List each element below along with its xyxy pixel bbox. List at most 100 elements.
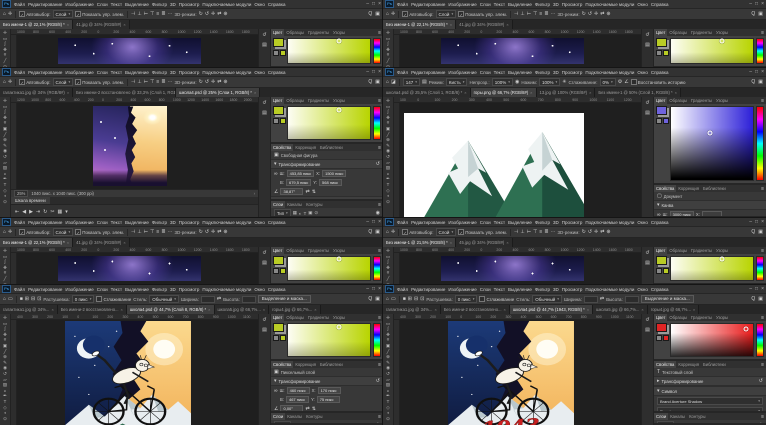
menu-item-8[interactable]: Просмотр	[179, 2, 200, 7]
transition-icon[interactable]: ▦	[58, 209, 63, 215]
color-field[interactable]	[287, 323, 371, 357]
vertical-ruler[interactable]	[11, 103, 17, 189]
flip-vertical-icon[interactable]: ⇅	[312, 406, 316, 412]
color-panel-tab-2[interactable]: Градиенты	[689, 29, 714, 36]
hue-slider[interactable]	[373, 106, 381, 140]
home-icon[interactable]: ⌂	[3, 229, 6, 235]
width-field[interactable]	[584, 296, 598, 303]
link-dimensions-icon[interactable]: ∞	[274, 171, 278, 177]
layer-filter-type-dropdown[interactable]: Тип	[274, 421, 291, 425]
properties-tab-0[interactable]: Свойства	[271, 144, 293, 151]
brush-settings-panel-icon[interactable]: ▤	[422, 79, 427, 85]
document-tab-3[interactable]: Без имени-1 @ 50% (Слой 1, RGB/8) *	[595, 88, 681, 97]
menu-item-10[interactable]: Окно	[254, 2, 264, 7]
menu-item-4[interactable]: Текст	[494, 2, 505, 7]
canvas-area[interactable]	[11, 320, 258, 425]
align-top-icon[interactable]: ⊤	[150, 11, 154, 17]
home-icon[interactable]: ⌂	[3, 79, 6, 85]
canvas-section[interactable]: ▾Канва	[654, 200, 766, 210]
web-color-swatch-icon[interactable]	[663, 268, 669, 274]
foreground-color-swatch[interactable]	[656, 38, 667, 47]
document-tab-0[interactable]: Без имени-1 @ 21,5% (RGB/8) *	[383, 238, 456, 247]
color-panel-tab-3[interactable]: Узоры	[331, 247, 347, 254]
menu-item-3[interactable]: Слои	[97, 2, 108, 7]
vertical-ruler[interactable]	[394, 35, 400, 68]
y-value[interactable]: 75 пикс	[317, 396, 340, 403]
workspace-switcher-icon[interactable]: ▣	[375, 296, 380, 302]
split-clip-icon[interactable]: ✂	[50, 209, 54, 215]
hue-slider[interactable]	[373, 38, 381, 64]
more-align-options-icon[interactable]: ⋯	[551, 11, 556, 17]
add-selection-icon[interactable]: ⊞	[408, 296, 412, 302]
minimize-button[interactable]: –	[749, 219, 752, 225]
collapsed-comments-panel-icon[interactable]: ▤	[262, 42, 267, 48]
color-panel-tab-1[interactable]: Образцы	[284, 314, 306, 321]
menu-item-8[interactable]: Просмотр	[179, 220, 200, 225]
angle-icon[interactable]: ∠	[274, 406, 278, 412]
canvas-area[interactable]	[11, 253, 258, 285]
menu-item-6[interactable]: Фильтр	[535, 70, 550, 75]
align-left-icon[interactable]: ⊣	[514, 11, 518, 17]
close-button[interactable]: ×	[378, 286, 381, 292]
document-tab-0[interactable]: Без имени-1 @ 22,1% (RGB/8) *	[383, 20, 456, 29]
web-color-swatch-icon[interactable]	[663, 50, 669, 56]
select-and-mask-button[interactable]: Выделение и маска...	[258, 295, 311, 303]
angle-value[interactable]: 38,87°	[280, 188, 303, 195]
color-panel-tab-2[interactable]: Градиенты	[306, 97, 331, 104]
color-panel-tab-1[interactable]: Образцы	[284, 247, 306, 254]
antialias-checkbox[interactable]: Сглаживание	[96, 296, 131, 302]
properties-tab-0[interactable]: Свойства	[654, 185, 676, 192]
color-panel-tab-3[interactable]: Узоры	[714, 314, 730, 321]
distribute-v-icon[interactable]: ≡	[156, 229, 159, 235]
layers-tab-1[interactable]: Каналы	[668, 413, 687, 420]
autoselect-target-dropdown[interactable]: Слой	[436, 10, 457, 18]
align-right-icon[interactable]: ⊢	[527, 229, 531, 235]
menu-item-9[interactable]: Подключаемые модули	[202, 220, 251, 225]
autoselect-checkbox[interactable]: Автовыбор:	[402, 11, 433, 17]
vertical-ruler[interactable]	[11, 253, 17, 285]
home-icon[interactable]: ⌂	[386, 229, 389, 235]
maximize-button[interactable]: □	[755, 69, 758, 75]
flip-horizontal-icon[interactable]: ⇄	[305, 406, 309, 412]
autoselect-checkbox[interactable]: Автовыбор:	[402, 229, 433, 235]
distribute-h-icon[interactable]: ≣	[161, 79, 165, 85]
distribute-v-icon[interactable]: ≡	[156, 79, 159, 85]
minimize-button[interactable]: –	[749, 69, 752, 75]
color-panel-tab-3[interactable]: Узоры	[714, 97, 730, 104]
3d-scale-icon[interactable]: ⊕	[223, 229, 227, 235]
document-tab-0[interactable]: Без имени-1 @ 22,1% (RGB/8) *	[0, 238, 73, 247]
align-right-icon[interactable]: ⊢	[527, 11, 531, 17]
menu-item-7[interactable]: 3D	[553, 70, 559, 75]
flow-dropdown[interactable]: 100%	[539, 78, 560, 86]
document-tab-1[interactable]: Без имени-2 восстановлено @ 33,3% (Слой …	[73, 88, 176, 97]
3d-drag-icon[interactable]: ✛	[594, 229, 598, 235]
color-picker-circle[interactable]	[719, 257, 724, 262]
photoshop-app-icon[interactable]: Ps	[2, 218, 11, 226]
menu-item-11[interactable]: Справка	[268, 220, 286, 225]
document-tab-4[interactable]: горы4.jpg @ 66,7%...	[648, 305, 699, 314]
3d-roll-icon[interactable]: ↺	[205, 79, 209, 85]
properties-tab-0[interactable]: Свойства	[654, 361, 676, 368]
color-panel-tab-1[interactable]: Образцы	[667, 247, 689, 254]
3d-slide-icon[interactable]: ⇄	[217, 79, 221, 85]
menu-item-3[interactable]: Слои	[480, 287, 491, 292]
collapsed-comments-panel-icon[interactable]: ▤	[262, 327, 267, 333]
color-panel-tab-3[interactable]: Узоры	[714, 29, 730, 36]
x-value[interactable]: 1500 пикс	[322, 170, 346, 177]
color-panel-tab-2[interactable]: Градиенты	[689, 247, 714, 254]
document-icon[interactable]: ▢	[657, 193, 662, 199]
menu-item-0[interactable]: Файл	[14, 287, 25, 292]
foreground-color-swatch[interactable]	[656, 256, 667, 265]
menu-item-11[interactable]: Справка	[268, 70, 286, 75]
font-family-select[interactable]: Brand Averture Shadow	[657, 397, 763, 405]
menu-item-1[interactable]: Редактирование	[28, 220, 62, 225]
minimize-button[interactable]: –	[749, 1, 752, 7]
menu-item-4[interactable]: Текст	[111, 2, 122, 7]
color-panel-tab-0[interactable]: Цвет	[271, 314, 284, 321]
collapsed-history-panel-icon[interactable]: ↺	[262, 32, 266, 38]
feather-value[interactable]: 0 пикс	[72, 295, 95, 303]
collapsed-comments-panel-icon[interactable]: ▤	[262, 110, 267, 116]
collapsed-history-panel-icon[interactable]: ↺	[262, 100, 266, 106]
collapsed-history-panel-icon[interactable]: ↺	[262, 250, 266, 256]
align-left-icon[interactable]: ⊣	[131, 79, 135, 85]
